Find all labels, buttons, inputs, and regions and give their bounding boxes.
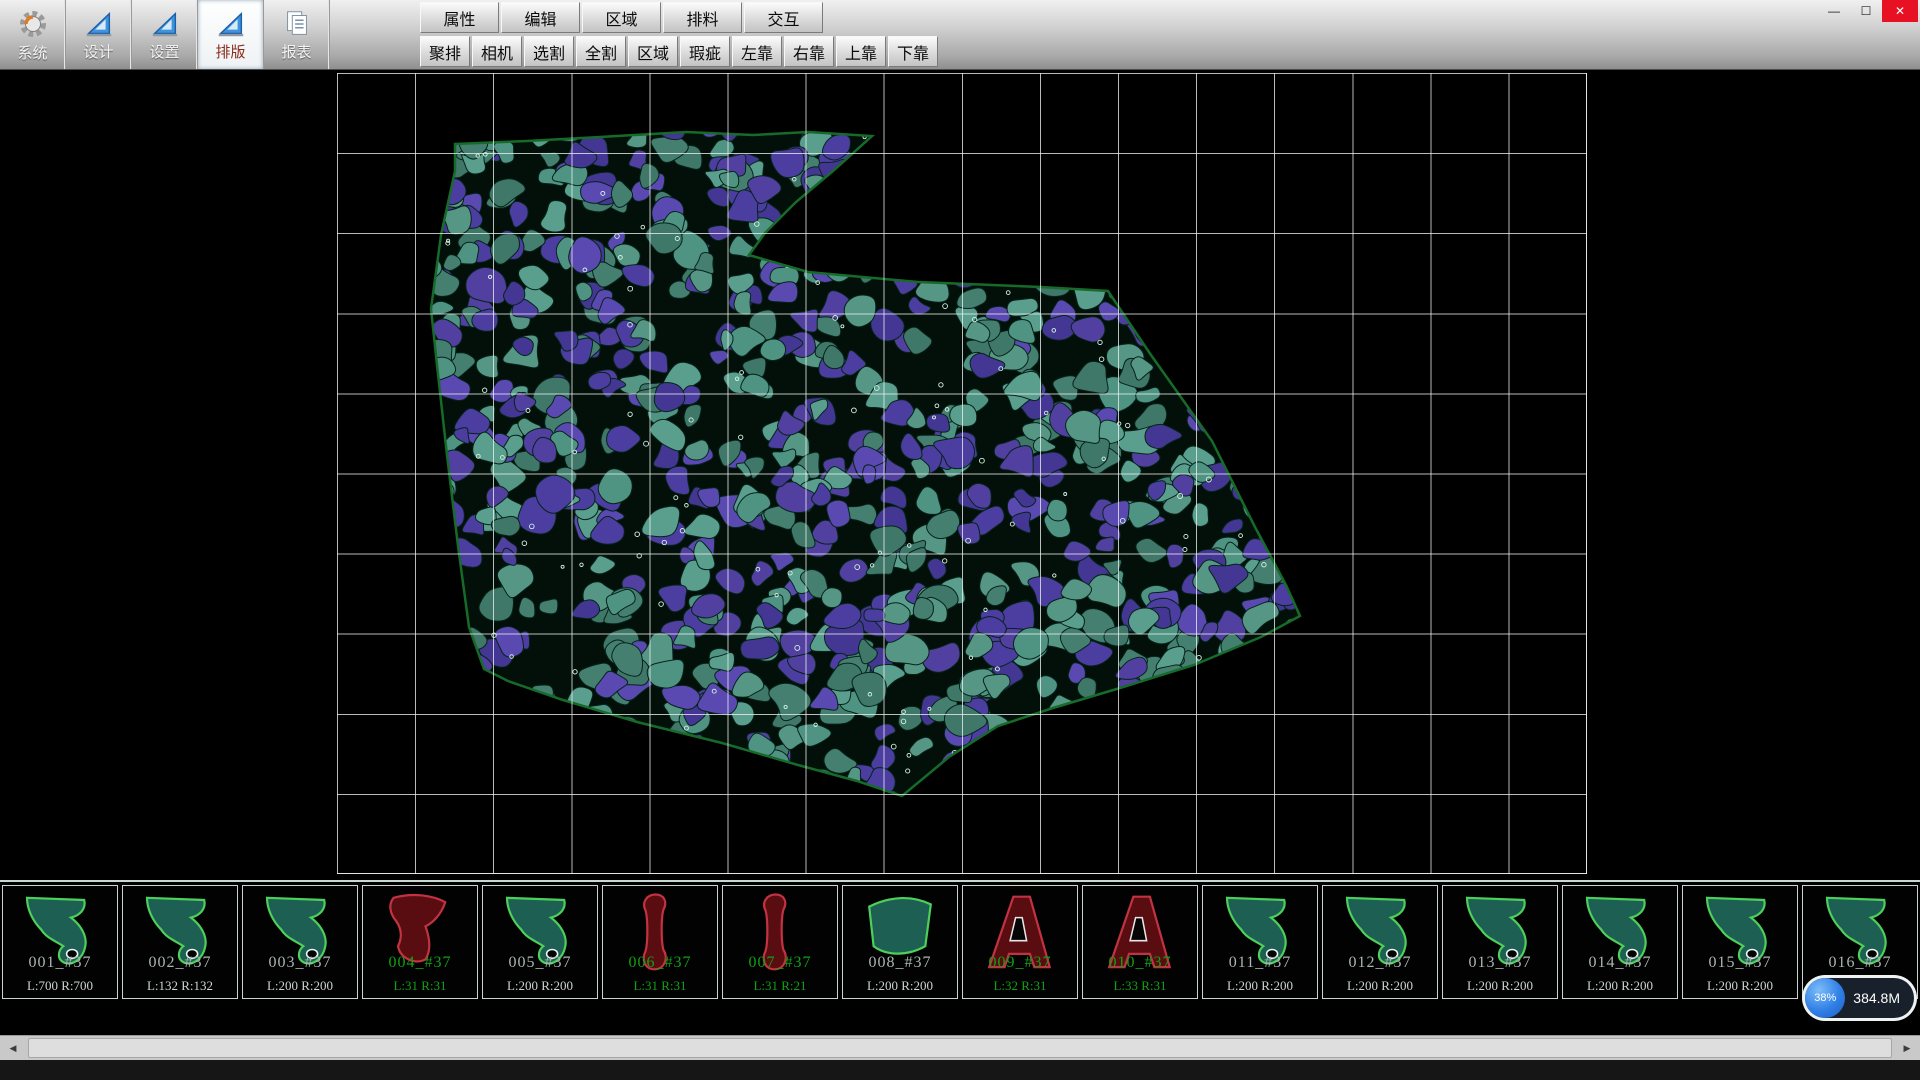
menu-button-edit[interactable]: 编辑 [501,2,580,33]
hide-with-nested-pieces [0,70,1920,880]
minimize-button[interactable]: — [1818,0,1850,22]
scroll-left-button[interactable]: ◀ [0,1036,26,1060]
thumbnail-cell[interactable]: 009_#37 L:32 R:31 [962,885,1078,999]
module-button-system[interactable]: 系统 [0,0,66,69]
piece-name: 003_#37 [243,954,357,972]
piece-name: 015_#37 [1683,954,1797,972]
thumbnail-cell[interactable]: 012_#37 L:200 R:200 [1322,885,1438,999]
menu-button-region[interactable]: 区域 [582,2,661,33]
piece-name: 013_#37 [1443,954,1557,972]
menu-button-nest[interactable]: 排料 [663,2,742,33]
menu-button-align-left[interactable]: 左靠 [732,36,782,67]
status-bar [0,1002,1920,1035]
piece-name: 014_#37 [1563,954,1677,972]
piece-size-label: L:31 R:31 [363,978,477,994]
memory-value: 384.8M [1853,990,1900,1006]
module-button-design[interactable]: 设计 [66,0,132,69]
maximize-button[interactable]: ☐ [1850,0,1882,22]
menu-button-interact[interactable]: 交互 [744,2,823,33]
module-label: 设置 [149,41,179,62]
piece-size-label: L:700 R:700 [3,978,117,994]
piece-size-label: L:200 R:200 [1563,978,1677,994]
module-label: 系统 [17,42,47,63]
thumbnail-cell[interactable]: 015_#37 L:200 R:200 [1682,885,1798,999]
menu-button-cut-all[interactable]: 全割 [576,36,626,67]
piece-size-label: L:33 R:31 [1083,978,1197,994]
thumbnail-cell[interactable]: 001_#37 L:700 R:700 [2,885,118,999]
piece-name: 010_#37 [1083,954,1197,972]
module-button-settings[interactable]: 设置 [132,0,198,69]
module-button-group: 系统 设计 设置 [0,0,330,69]
menu-button-cluster[interactable]: 聚排 [420,36,470,67]
set-square-icon [83,8,115,40]
piece-size-label: L:200 R:200 [1443,978,1557,994]
thumbnail-cell[interactable]: 002_#37 L:132 R:132 [122,885,238,999]
menu-button-align-right[interactable]: 右靠 [784,36,834,67]
piece-name: 011_#37 [1203,954,1317,972]
piece-name: 016_#37 [1803,954,1917,972]
module-label: 排版 [215,41,245,62]
menu-row-primary: 属性 编辑 区域 排料 交互 [420,2,938,33]
set-square-icon [215,8,247,40]
thumbnail-cell[interactable]: 010_#37 L:33 R:31 [1082,885,1198,999]
piece-size-label: L:200 R:200 [1683,978,1797,994]
menu-button-select-cut[interactable]: 选割 [524,36,574,67]
piece-size-label: L:200 R:200 [1323,978,1437,994]
scrollbar-track[interactable] [26,1036,1894,1060]
piece-name: 004_#37 [363,954,477,972]
nesting-canvas[interactable] [0,70,1920,880]
memory-status: 38% 384.8M [1805,978,1914,1018]
menu-button-align-bottom[interactable]: 下靠 [888,36,938,67]
thumbnail-cell[interactable]: 006_#37 L:31 R:31 [602,885,718,999]
bottom-filler [0,1060,1920,1080]
piece-size-label: L:31 R:21 [723,978,837,994]
piece-size-label: L:200 R:200 [843,978,957,994]
module-label: 报表 [281,41,311,62]
app-window: 系统 设计 设置 [0,0,1920,1080]
memory-percent-badge: 38% [1805,978,1845,1018]
piece-size-label: L:132 R:132 [123,978,237,994]
menu-button-align-top[interactable]: 上靠 [836,36,886,67]
toolbar: 系统 设计 设置 [0,0,1920,70]
piece-name: 002_#37 [123,954,237,972]
piece-name: 005_#37 [483,954,597,972]
module-button-report[interactable]: 报表 [264,0,330,69]
scrollbar-thumb[interactable] [28,1038,1892,1058]
menu-area: 属性 编辑 区域 排料 交互 聚排 相机 选割 全割 区域 瑕疵 左靠 右靠 上… [420,2,938,70]
thumbnail-cell[interactable]: 008_#37 L:200 R:200 [842,885,958,999]
menu-row-secondary: 聚排 相机 选割 全割 区域 瑕疵 左靠 右靠 上靠 下靠 [420,36,938,67]
window-controls: — ☐ ✕ [1818,0,1918,22]
piece-name: 009_#37 [963,954,1077,972]
thumbnail-cell[interactable]: 011_#37 L:200 R:200 [1202,885,1318,999]
menu-button-defect[interactable]: 瑕疵 [680,36,730,67]
module-label: 设计 [83,41,113,62]
menu-button-zone[interactable]: 区域 [628,36,678,67]
horizontal-scrollbar[interactable]: ◀ ▶ [0,1035,1920,1060]
piece-size-label: L:31 R:31 [603,978,717,994]
piece-name: 012_#37 [1323,954,1437,972]
piece-name: 008_#37 [843,954,957,972]
thumbnail-cell[interactable]: 005_#37 L:200 R:200 [482,885,598,999]
piece-name: 006_#37 [603,954,717,972]
thumbnail-cell[interactable]: 003_#37 L:200 R:200 [242,885,358,999]
menu-button-camera[interactable]: 相机 [472,36,522,67]
menu-button-properties[interactable]: 属性 [420,2,499,33]
thumbnail-cell[interactable]: 004_#37 L:31 R:31 [362,885,478,999]
piece-size-label: L:32 R:31 [963,978,1077,994]
gear-icon [16,7,50,41]
piece-name: 007_#37 [723,954,837,972]
piece-size-label: L:200 R:200 [243,978,357,994]
piece-size-label: L:200 R:200 [1203,978,1317,994]
piece-thumbnail-strip: 001_#37 L:700 R:700 002_#37 L:132 R:132 … [0,880,1920,1002]
scroll-right-button[interactable]: ▶ [1894,1036,1920,1060]
thumbnail-cell[interactable]: 007_#37 L:31 R:21 [722,885,838,999]
set-square-icon [149,8,181,40]
thumbnail-cell[interactable]: 014_#37 L:200 R:200 [1562,885,1678,999]
report-document-icon [281,8,313,40]
close-button[interactable]: ✕ [1882,0,1918,22]
module-button-nesting[interactable]: 排版 [198,0,264,69]
piece-name: 001_#37 [3,954,117,972]
thumbnail-cell[interactable]: 013_#37 L:200 R:200 [1442,885,1558,999]
piece-size-label: L:200 R:200 [483,978,597,994]
